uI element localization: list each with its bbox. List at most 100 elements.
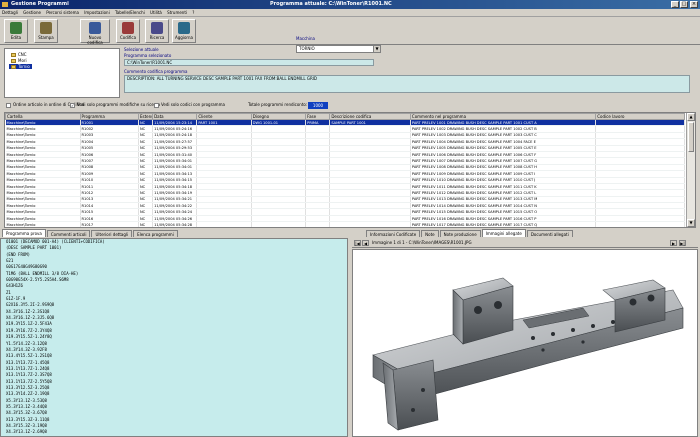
grid-scrollbar[interactable]: ▲ ▼ bbox=[686, 113, 695, 227]
title-bar: Gestione Programmi Programma attuale: C:… bbox=[0, 0, 700, 9]
left-tabs: Programma prova Commenti articoli Ulterior… bbox=[2, 229, 179, 238]
scroll-thumb[interactable] bbox=[688, 122, 694, 152]
checkbox-box bbox=[154, 102, 159, 108]
tab-note-produzione[interactable]: Note produzione bbox=[439, 230, 481, 237]
tab-dettagli[interactable]: Ulteriori dettagli bbox=[91, 230, 133, 237]
program-table: CartellaProgrammaEstensioneDataClienteDi… bbox=[5, 113, 685, 227]
close-button[interactable]: × bbox=[690, 1, 698, 8]
last-page-icon[interactable]: ▶| bbox=[679, 240, 686, 246]
codifica-icon bbox=[122, 22, 134, 34]
print-button[interactable]: Stampa bbox=[34, 19, 58, 43]
tab-info-codificate[interactable]: Informazioni Codificate bbox=[366, 230, 421, 237]
print-label: Stampa bbox=[38, 35, 54, 40]
total-label: Totale programmi rendiconto: bbox=[248, 102, 308, 107]
table-cell bbox=[329, 221, 411, 227]
tab-note[interactable]: Note bbox=[421, 230, 439, 237]
table-cell: PART PRELEV 1017 DRAWING BUSH DESC SAMPL… bbox=[410, 221, 597, 227]
next-page-icon[interactable]: ▶ bbox=[670, 240, 677, 246]
comment-field[interactable]: DESCRIPTION: ALL TURNING SERVICE DESC SA… bbox=[124, 75, 690, 93]
folder-icon bbox=[11, 65, 16, 69]
table-cell bbox=[595, 221, 685, 227]
table-cell bbox=[196, 221, 252, 227]
codifica-label: Codifica bbox=[119, 35, 137, 40]
attached-image-viewer bbox=[352, 249, 698, 437]
nc-code-editor[interactable]: O1001 (DECAMOD 001-A4) (CLIENTI+CODIFICA… bbox=[0, 238, 348, 437]
menu-strumenti[interactable]: Strumenti bbox=[165, 9, 189, 17]
table-row[interactable]: Macchine\Tornio R1017 NC 11/09/2004 05:34:2… bbox=[5, 221, 685, 227]
program-grid: CartellaProgrammaEstensioneDataClienteDi… bbox=[4, 112, 696, 228]
program-label: Programma selezionato bbox=[124, 53, 172, 58]
checkbox-box: ✓ bbox=[70, 102, 75, 108]
filter-bar: Ordine articolo in ordine di Codifica ✓ V… bbox=[4, 101, 694, 111]
folder-icon bbox=[11, 59, 16, 63]
scroll-down-icon[interactable]: ▼ bbox=[687, 219, 695, 227]
tree-item-label: Mori bbox=[18, 58, 27, 63]
menu-bar: Dettagli Gestione Percorsi sistema Impos… bbox=[0, 9, 700, 17]
folder-icon bbox=[11, 53, 16, 57]
table-cell: NC bbox=[138, 221, 154, 227]
table-cell bbox=[305, 221, 331, 227]
table-cell: Macchine\Tornio bbox=[5, 221, 81, 227]
tree-item-cnc[interactable]: CNC bbox=[9, 52, 29, 57]
search-icon bbox=[151, 22, 163, 34]
selection-info: Selezione attuale Programma selezionato … bbox=[124, 47, 694, 99]
first-page-icon[interactable]: |◀ bbox=[354, 240, 361, 246]
filter-codes-label: Vedi solo codici con programma bbox=[161, 102, 225, 107]
menu-gestione[interactable]: Gestione bbox=[21, 9, 43, 17]
menu-help[interactable]: ? bbox=[190, 9, 196, 17]
filter-modified-label: Vedi solo programmi modifiche su ricerca bbox=[77, 102, 161, 107]
program-field[interactable]: C:\WinToner\R1001.NC bbox=[124, 59, 374, 66]
new-codifica-icon bbox=[89, 22, 101, 34]
edit-button[interactable]: Edita bbox=[4, 19, 28, 43]
tree-item-tornio[interactable]: Tornio bbox=[9, 64, 32, 69]
app-title: Gestione Programmi bbox=[11, 1, 69, 7]
minimize-button[interactable]: _ bbox=[671, 1, 679, 8]
image-path: Immagine 1 di 1 - C:\WinToner\IMAGES\R10… bbox=[372, 240, 472, 245]
refresh-icon bbox=[178, 22, 190, 34]
tree-item-label: CNC bbox=[18, 52, 27, 57]
menu-tabelle[interactable]: Tabelle/Elenchi bbox=[113, 9, 147, 17]
scroll-up-icon[interactable]: ▲ bbox=[687, 113, 695, 121]
folder-tree: CNC Mori Tornio bbox=[4, 48, 120, 98]
app-icon bbox=[2, 2, 8, 7]
filter-modified-checkbox[interactable]: ✓ Vedi solo programmi modifiche su ricerc… bbox=[70, 102, 160, 108]
search-button[interactable]: Ricerca bbox=[145, 19, 169, 43]
edit-icon bbox=[10, 22, 22, 34]
menu-impostazioni[interactable]: Impostazioni bbox=[82, 9, 111, 17]
column-header[interactable]: Estensione bbox=[137, 113, 154, 120]
selection-label: Selezione attuale bbox=[124, 47, 159, 52]
table-cell: 11/09/2004 05:34:28 bbox=[152, 221, 198, 227]
table-cell bbox=[251, 221, 307, 227]
codifica-button[interactable]: Codifica bbox=[116, 19, 140, 43]
machine-label: Macchina bbox=[296, 36, 315, 41]
right-tabs: Informazioni Codificate Note Note produzio… bbox=[366, 229, 574, 238]
document-title: Programma attuale: C:\WinToner\R1001.NC bbox=[270, 1, 392, 7]
tab-commenti[interactable]: Commenti articoli bbox=[46, 230, 91, 237]
tree-item-label: Tornio bbox=[18, 64, 30, 69]
tab-programma[interactable]: Programma prova bbox=[2, 229, 46, 237]
search-label: Ricerca bbox=[149, 35, 165, 40]
filter-codes-checkbox[interactable]: Vedi solo codici con programma bbox=[154, 102, 225, 108]
tree-item-mori[interactable]: Mori bbox=[9, 58, 29, 63]
menu-dettagli[interactable]: Dettagli bbox=[0, 9, 20, 17]
new-codifica-label: Nuovo codifica bbox=[87, 35, 103, 45]
checkbox-box bbox=[6, 102, 11, 108]
edit-label: Edita bbox=[10, 35, 22, 40]
tab-immagini[interactable]: Immagini allegate bbox=[481, 229, 526, 237]
toolbar: Edita Stampa Nuovo codifica Codifica Ric… bbox=[0, 17, 700, 53]
tab-documenti[interactable]: Documenti allegati bbox=[526, 230, 573, 237]
menu-percorsi[interactable]: Percorsi sistema bbox=[44, 9, 81, 17]
comment-label: Commento codifica programma bbox=[124, 69, 188, 74]
print-icon bbox=[40, 22, 52, 34]
refresh-label: Aggiorna bbox=[175, 35, 193, 40]
tab-elenca[interactable]: Elenca programmi bbox=[133, 230, 178, 237]
maximize-button[interactable]: □ bbox=[680, 1, 688, 8]
prev-page-icon[interactable]: ◀ bbox=[362, 240, 369, 246]
menu-utilita[interactable]: Utilità bbox=[148, 9, 164, 17]
refresh-button[interactable]: Aggiorna bbox=[172, 19, 196, 43]
image-toolbar: |◀ ◀ Immagine 1 di 1 - C:\WinToner\IMAGE… bbox=[352, 239, 698, 248]
table-cell: R1017 bbox=[80, 221, 139, 227]
machined-part-image bbox=[372, 277, 684, 431]
new-codifica-button[interactable]: Nuovo codifica bbox=[80, 19, 110, 45]
total-count: 1000 bbox=[308, 102, 328, 109]
